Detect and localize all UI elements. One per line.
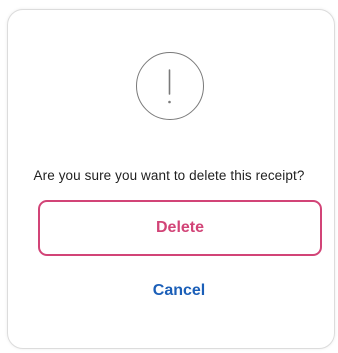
delete-button[interactable]: Delete (38, 200, 322, 256)
confirmation-message: Are you sure you want to delete this rec… (33, 168, 305, 183)
exclamation-circle-icon (136, 52, 204, 120)
cancel-button[interactable]: Cancel (120, 274, 238, 308)
exclamation-glyph (168, 69, 171, 104)
